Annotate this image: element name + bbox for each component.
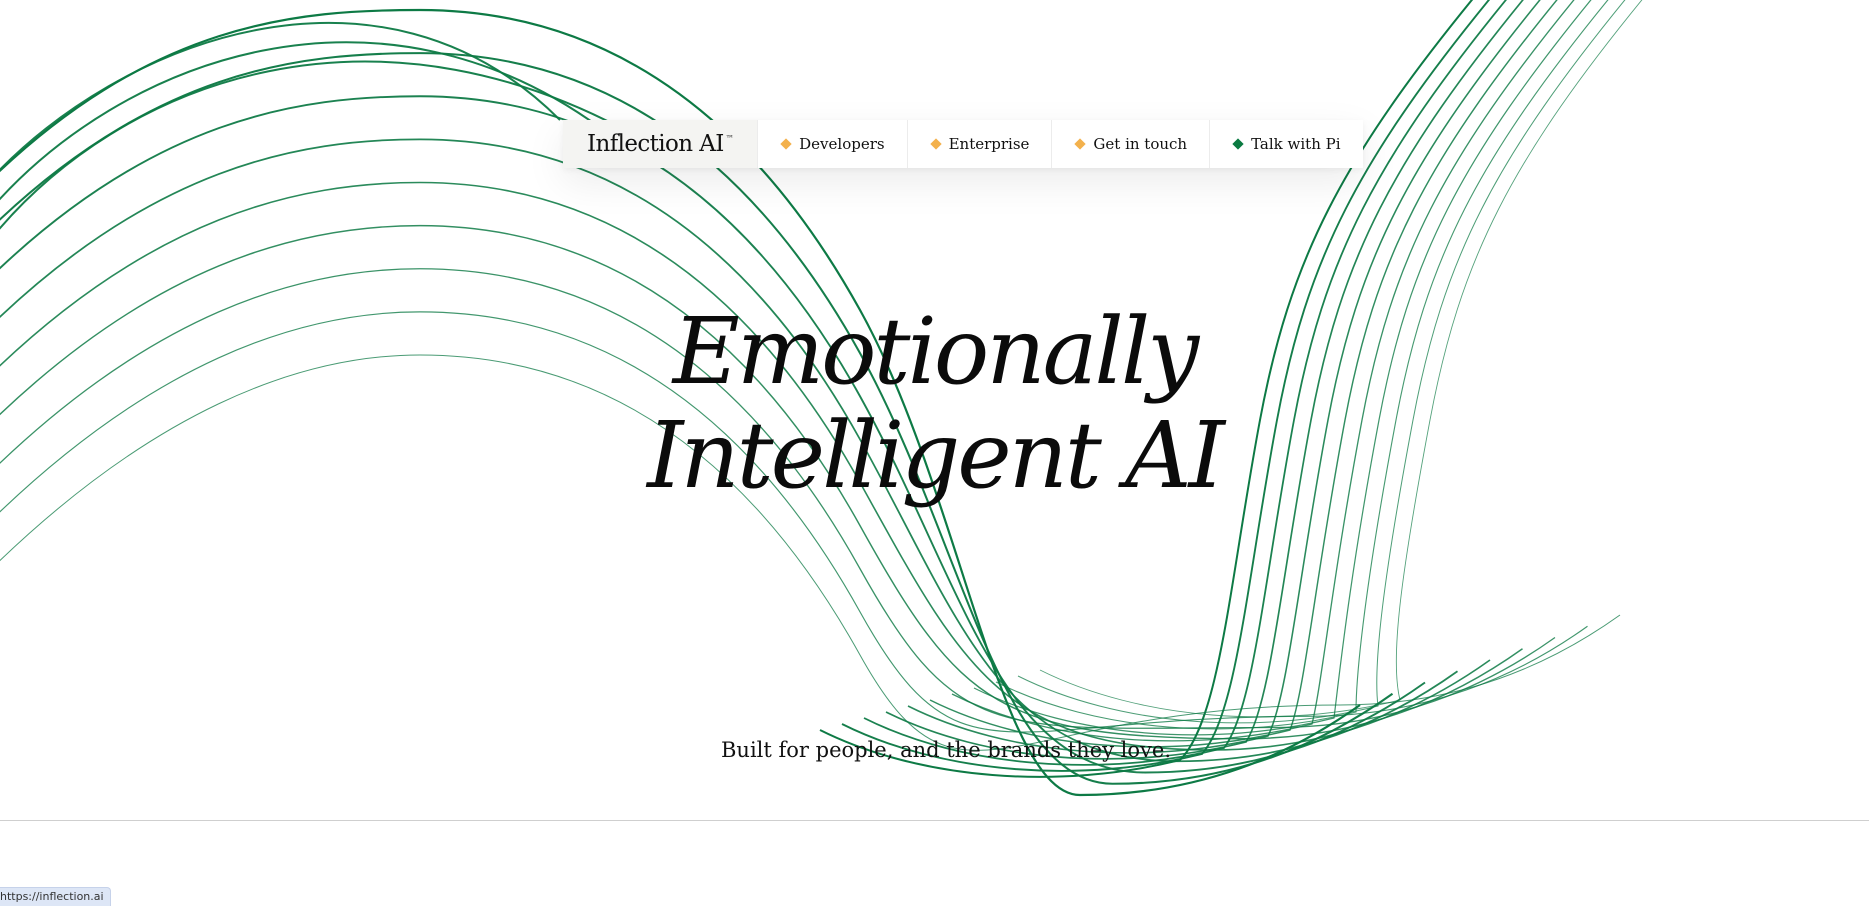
wave-line-right	[841, 0, 1491, 772]
wave-line-left	[0, 138, 1459, 763]
nav-talk-with-pi-link[interactable]: Talk with Pi	[1209, 120, 1363, 168]
wave-line-left	[0, 95, 1426, 774]
wave-line-left	[0, 311, 1588, 733]
wave-line-left	[0, 181, 1491, 751]
logo-text: Inflection AI	[587, 131, 724, 157]
nav-enterprise-link[interactable]: Enterprise	[906, 120, 1052, 168]
wave-line-top-arc	[0, 41, 611, 201]
hero-tagline: Built for people, and the brands they lo…	[721, 738, 1171, 762]
wave-line-right	[1017, 0, 1626, 724]
nav-enterprise-label: Enterprise	[948, 135, 1030, 153]
trademark-mark: ™	[725, 133, 734, 143]
wave-line-left	[0, 224, 1523, 740]
diamond-icon	[780, 138, 792, 150]
inflection-ai-logo[interactable]: Inflection AI ™	[563, 120, 758, 168]
wave-line-top-arc	[0, 60, 661, 230]
wave-line-right	[1039, 0, 1643, 718]
nav-talk-with-pi-label: Talk with Pi	[1251, 135, 1341, 153]
diamond-icon	[929, 138, 942, 150]
wave-line-right	[907, 0, 1541, 754]
wave-line-right	[973, 0, 1592, 736]
top-navigation: Inflection AI ™ Developers Enterprise Get…	[563, 120, 1363, 168]
status-bar-url: https://inflection.ai	[0, 887, 111, 906]
wave-line-right	[929, 0, 1558, 748]
wave-line-left	[0, 268, 1556, 729]
wave-line-top-arc	[0, 22, 561, 172]
nav-get-in-touch-link[interactable]: Get in touch	[1051, 120, 1210, 168]
wave-line-right	[863, 0, 1507, 766]
section-divider	[0, 820, 1869, 821]
diamond-icon	[1232, 138, 1244, 150]
nav-developers-link[interactable]: Developers	[757, 120, 907, 168]
wave-line-right	[951, 0, 1575, 742]
nav-get-in-touch-label: Get in touch	[1093, 135, 1188, 153]
diamond-icon	[1074, 138, 1087, 150]
wave-line-right	[819, 0, 1474, 778]
nav-developers-label: Developers	[799, 135, 885, 153]
